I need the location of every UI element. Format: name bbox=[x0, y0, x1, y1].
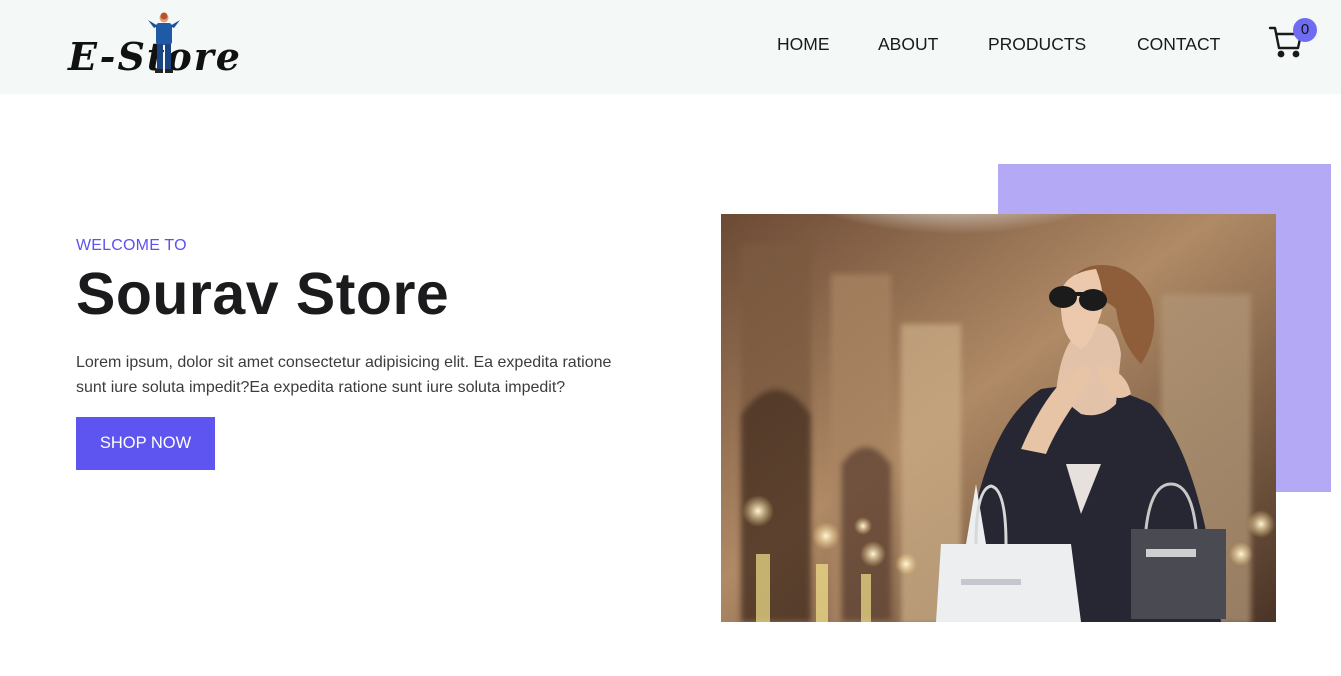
woman-with-shopping-bags-photo bbox=[721, 214, 1276, 622]
shop-now-button[interactable]: SHOP NOW bbox=[76, 417, 215, 470]
navbar: E-Store HOME ABOUT PRODUCTS CONTACT 0 bbox=[0, 0, 1341, 94]
cart-count-badge: 0 bbox=[1293, 18, 1317, 42]
hero-section: WELCOME TO Sourav Store Lorem ipsum, dol… bbox=[76, 236, 656, 400]
nav-link-home[interactable]: HOME bbox=[777, 33, 830, 55]
hero-title: Sourav Store bbox=[76, 261, 450, 327]
cart-button[interactable]: 0 bbox=[1268, 18, 1318, 62]
hero-image bbox=[721, 214, 1276, 622]
main-nav: HOME ABOUT PRODUCTS CONTACT bbox=[0, 33, 1341, 55]
hero-kicker: WELCOME TO bbox=[76, 237, 187, 254]
hero-description: Lorem ipsum, dolor sit amet consectetur … bbox=[76, 354, 612, 396]
nav-link-products[interactable]: PRODUCTS bbox=[988, 33, 1086, 55]
nav-link-about[interactable]: ABOUT bbox=[878, 33, 938, 55]
nav-link-contact[interactable]: CONTACT bbox=[1137, 33, 1220, 55]
